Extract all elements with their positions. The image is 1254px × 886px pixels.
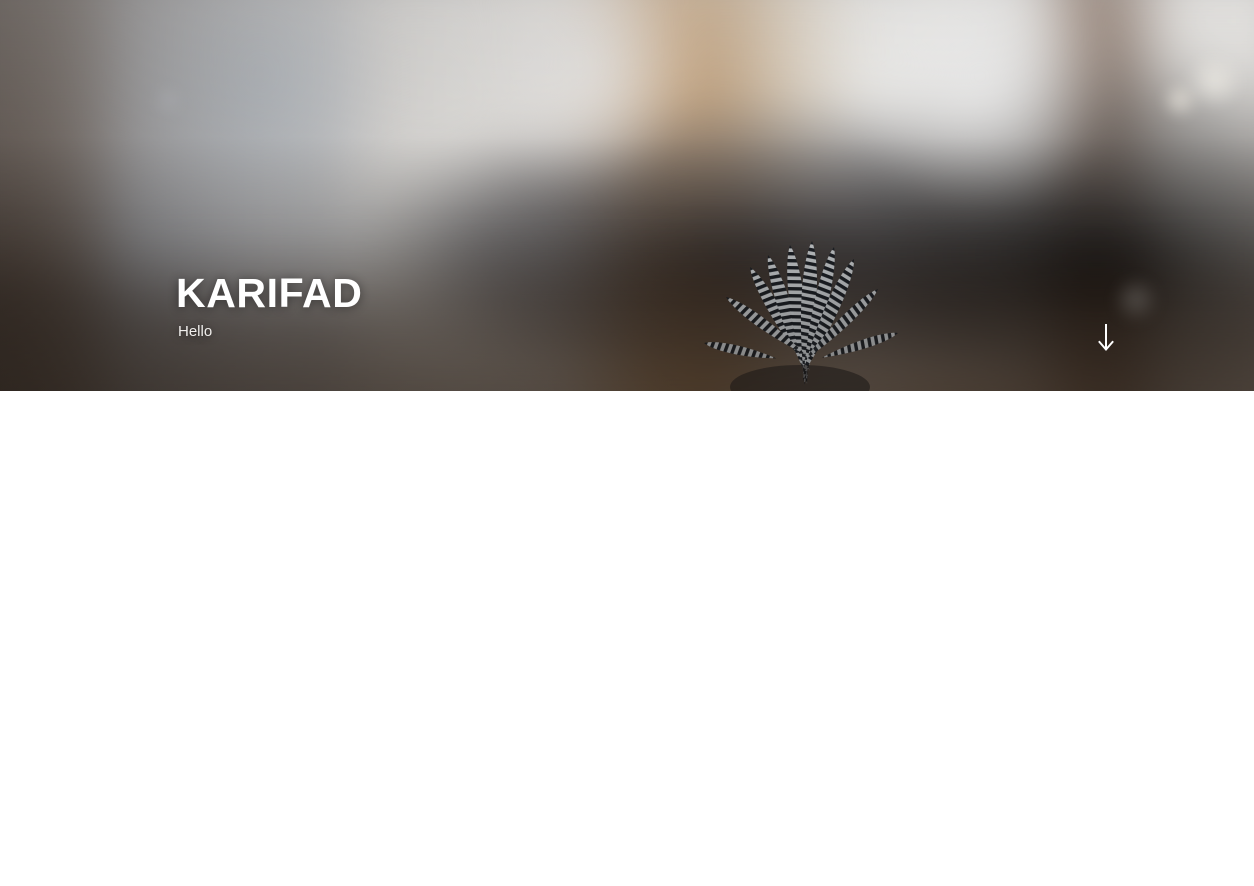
site-content: POSTS SEPTEMBER 2, 2020 SHORT-TERM LOANS… xyxy=(0,391,1254,886)
site-hero-header: KARIFAD Hello xyxy=(0,0,1254,391)
hero-branding: KARIFAD Hello xyxy=(176,271,362,341)
content-inner: POSTS SEPTEMBER 2, 2020 SHORT-TERM LOANS… xyxy=(0,391,1254,886)
site-tagline: Hello xyxy=(178,323,213,341)
site-title[interactable]: KARIFAD xyxy=(176,271,362,315)
page-root: KARIFAD Hello POSTS SEPTEMBER 2, 2020 SH… xyxy=(0,0,1254,886)
arrow-down-icon[interactable] xyxy=(1097,322,1115,354)
